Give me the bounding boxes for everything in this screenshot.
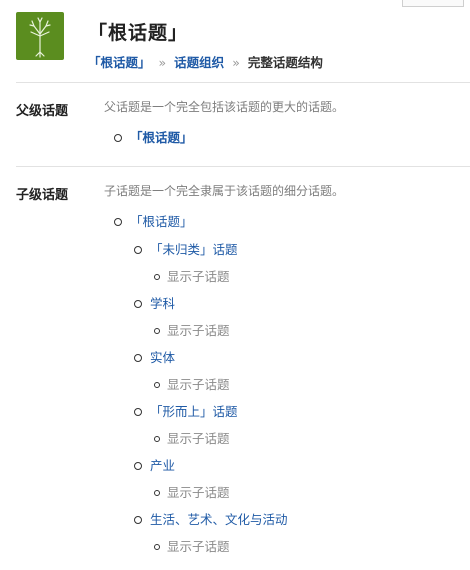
breadcrumb-separator: » (158, 55, 167, 70)
page-title: 「根话题」 (88, 22, 189, 44)
child-topic-label: 学科 (150, 296, 176, 311)
child-topic-entities-link[interactable]: 实体 (134, 350, 175, 366)
child-topic-label: 生活、艺术、文化与活动 (150, 512, 288, 527)
bullet-icon (154, 543, 160, 550)
show-subtopics-link[interactable]: 显示子话题 (154, 377, 230, 393)
bullet-icon (154, 381, 160, 388)
child-topic-life-arts-culture-link[interactable]: 生活、艺术、文化与活动 (134, 512, 288, 528)
child-topics-label: 子级话题 (16, 188, 69, 203)
child-topic-disciplines-link[interactable]: 学科 (134, 296, 175, 312)
show-subtopics-link[interactable]: 显示子话题 (154, 485, 230, 501)
child-topic-metaphysics-link[interactable]: 「形而上」话题 (134, 404, 238, 420)
bullet-icon (114, 133, 122, 142)
show-subtopics-label: 显示子话题 (167, 323, 230, 338)
child-topics-description: 子话题是一个完全隶属于该话题的细分话题。 (104, 184, 345, 198)
child-tree-root-link[interactable]: 「根话题」 (114, 214, 193, 230)
child-topic-label: 「形而上」话题 (150, 404, 238, 419)
parent-topic-label: 「根话题」 (130, 130, 193, 145)
child-topic-label: 产业 (150, 458, 176, 473)
bullet-icon (134, 245, 142, 254)
bullet-icon (154, 273, 160, 280)
parent-topics-label: 父级话题 (16, 104, 69, 119)
show-subtopics-label: 显示子话题 (167, 485, 230, 500)
parent-topics-description: 父话题是一个完全包括该话题的更大的话题。 (104, 100, 345, 114)
bullet-icon (134, 299, 142, 308)
tree-logo-icon (16, 12, 64, 60)
top-right-box (402, 0, 464, 7)
bullet-icon (134, 461, 142, 470)
divider (16, 166, 470, 167)
child-topic-label: 实体 (150, 350, 176, 365)
child-topic-label: 「未归类」话题 (150, 242, 238, 257)
bullet-icon (134, 353, 142, 362)
bullet-icon (134, 515, 142, 524)
child-topic-uncategorized-link[interactable]: 「未归类」话题 (134, 242, 238, 258)
bullet-icon (154, 327, 160, 334)
bullet-icon (134, 407, 142, 416)
show-subtopics-link[interactable]: 显示子话题 (154, 323, 230, 339)
parent-topic-root-link[interactable]: 「根话题」 (114, 130, 193, 146)
breadcrumb-separator: » (232, 55, 240, 70)
show-subtopics-label: 显示子话题 (167, 269, 230, 284)
show-subtopics-label: 显示子话题 (167, 431, 230, 446)
show-subtopics-link[interactable]: 显示子话题 (154, 431, 230, 447)
show-subtopics-label: 显示子话题 (167, 377, 230, 392)
show-subtopics-link[interactable]: 显示子话题 (154, 269, 230, 285)
child-topic-industry-link[interactable]: 产业 (134, 458, 175, 474)
bullet-icon (154, 489, 160, 496)
divider (16, 82, 470, 83)
bullet-icon (114, 217, 122, 226)
show-subtopics-link[interactable]: 显示子话题 (154, 539, 230, 555)
show-subtopics-label: 显示子话题 (167, 539, 230, 554)
breadcrumb-current: 完整话题结构 (247, 55, 323, 70)
breadcrumb-root-link[interactable]: 「根话题」 (88, 55, 151, 70)
child-tree-root-label: 「根话题」 (130, 214, 193, 229)
breadcrumb: 「根话题」 » 话题组织 » 完整话题结构 (88, 52, 323, 71)
breadcrumb-topic-organization-link[interactable]: 话题组织 (174, 55, 224, 70)
bullet-icon (154, 435, 160, 442)
